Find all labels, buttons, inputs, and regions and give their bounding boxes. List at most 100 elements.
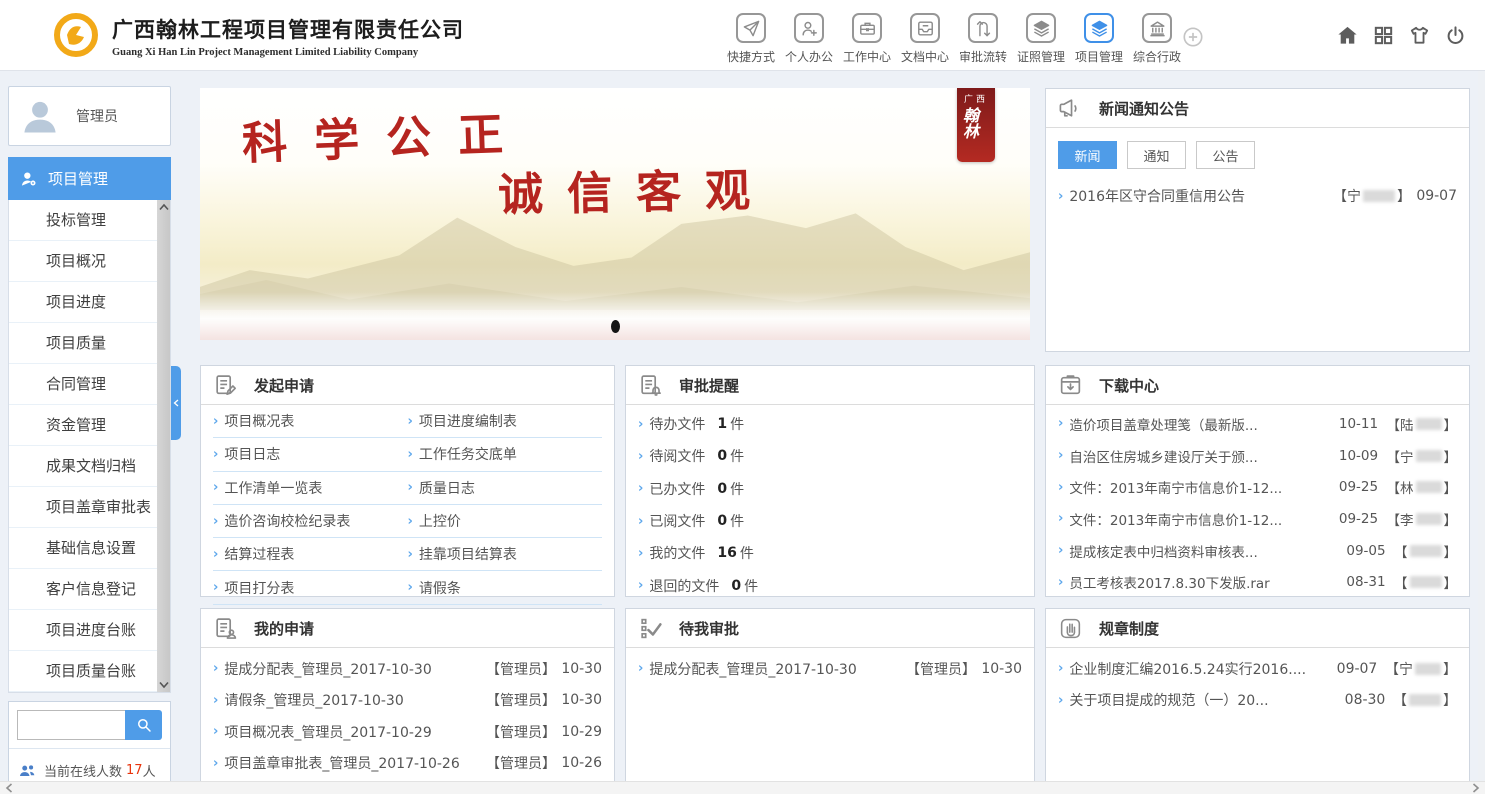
logout-button[interactable] — [1444, 24, 1467, 47]
scroll-right-icon[interactable] — [1472, 783, 1480, 793]
my-apply-item[interactable]: ›项目盖章审批表_管理员_2017-10-26【管理员】10-26 — [213, 748, 602, 780]
top-bar: 广西翰林工程项目管理有限责任公司 Guang Xi Han Lin Projec… — [0, 0, 1485, 71]
user-avatar-icon — [18, 94, 62, 138]
my-apply-item[interactable]: ›项目概况表_管理员_2017-10-29【管理员】10-29 — [213, 716, 602, 748]
download-item[interactable]: ›文件：2013年南宁市信息价1-12...09-25【林】 — [1058, 471, 1457, 503]
sidebar-item-archive[interactable]: 成果文档归档 — [9, 446, 157, 487]
nav-item-doc-center[interactable]: 文档中心 — [896, 13, 954, 65]
remind-item-done[interactable]: ›已办文件0件 — [638, 473, 1022, 505]
company-name-block: 广西翰林工程项目管理有限责任公司 Guang Xi Han Lin Projec… — [112, 14, 464, 58]
remind-item-mine[interactable]: ›我的文件16件 — [638, 537, 1022, 569]
online-label: 当前在线人数 — [44, 761, 122, 780]
shirt-icon — [1408, 24, 1431, 47]
banner-seal-main-text: 翰林 — [957, 107, 981, 139]
vertical-scrollbar[interactable] — [1478, 71, 1485, 781]
document-pen-icon — [213, 373, 238, 398]
sidebar-item-project-overview[interactable]: 项目概况 — [9, 241, 157, 282]
sidebar-item-progress-ledger[interactable]: 项目进度台账 — [9, 610, 157, 651]
apply-link[interactable]: ›上控价 — [408, 511, 603, 531]
chevron-down-icon[interactable] — [159, 681, 169, 689]
tab-notice[interactable]: 通知 — [1127, 141, 1186, 169]
rules-item[interactable]: ›关于项目提成的规范（一）20...08-30【】 — [1058, 685, 1457, 717]
theme-button[interactable] — [1408, 24, 1431, 47]
apply-panel: 发起申请 ›项目概况表 ›项目进度编制表 ›项目日志 ›工作任务交底单 ›工作清… — [200, 365, 615, 597]
sidebar-collapse-handle[interactable] — [171, 366, 181, 440]
tab-announcement[interactable]: 公告 — [1196, 141, 1255, 169]
avatar — [18, 94, 62, 138]
news-item-date: 09-07 — [1411, 188, 1457, 204]
remind-item-todo[interactable]: ›待办文件1件 — [638, 408, 1022, 440]
sidebar-item-customer-info[interactable]: 客户信息登记 — [9, 569, 157, 610]
apply-link[interactable]: ›项目日志 — [213, 444, 408, 464]
nav-label: 工作中心 — [843, 48, 891, 65]
apply-link[interactable]: ›挂靠项目结算表 — [408, 544, 603, 564]
checklist-check-icon — [638, 616, 663, 641]
sidebar-item-contract[interactable]: 合同管理 — [9, 364, 157, 405]
company-name-en: Guang Xi Han Lin Project Management Limi… — [112, 47, 464, 58]
paper-plane-icon — [742, 19, 761, 38]
sidebar-item-project-quality[interactable]: 项目质量 — [9, 323, 157, 364]
chevron-left-icon — [173, 399, 179, 407]
sidebar-item-bidding[interactable]: 投标管理 — [9, 200, 157, 241]
search-button[interactable] — [125, 710, 162, 740]
apply-link[interactable]: ›请假条 — [408, 578, 603, 598]
apply-link[interactable]: ›造价咨询校检纪录表 — [213, 511, 408, 531]
sidebar-module-header[interactable]: 项目管理 — [8, 157, 171, 200]
sidebar-item-quality-ledger[interactable]: 项目质量台账 — [9, 651, 157, 692]
plus-circle-icon — [1182, 26, 1204, 48]
apps-grid-button[interactable] — [1372, 24, 1395, 47]
nav-item-project-mgmt[interactable]: 项目管理 — [1070, 13, 1128, 65]
apply-link[interactable]: ›工作任务交底单 — [408, 444, 603, 464]
horizontal-scrollbar[interactable] — [0, 781, 1485, 794]
sidebar-item-basic-settings[interactable]: 基础信息设置 — [9, 528, 157, 569]
sidebar-item-seal-approval[interactable]: 项目盖章审批表 — [9, 487, 157, 528]
sidebar-scrollbar[interactable] — [157, 200, 170, 692]
search-input[interactable] — [17, 710, 125, 740]
news-item[interactable]: › 2016年区守合同重信用公告 【宁】 09-07 — [1058, 180, 1457, 212]
download-item[interactable]: ›提成核定表中归档资料审核表...09-05【】 — [1058, 535, 1457, 567]
sidebar-item-funds[interactable]: 资金管理 — [9, 405, 157, 446]
download-item[interactable]: ›自治区住房城乡建设厅关于颁...10-09【宁】 — [1058, 440, 1457, 472]
nav-item-shortcuts[interactable]: 快捷方式 — [722, 13, 780, 65]
user-card[interactable]: 管理员 — [8, 86, 171, 146]
sidebar-menu: 投标管理 项目概况 项目进度 项目质量 合同管理 资金管理 成果文档归档 项目盖… — [8, 200, 171, 693]
download-item[interactable]: ›文件：2013年南宁市信息价1-12...09-25【李】 — [1058, 503, 1457, 535]
nav-item-work-center[interactable]: 工作中心 — [838, 13, 896, 65]
megaphone-icon — [1058, 96, 1083, 121]
download-item[interactable]: ›员工考核表2017.8.30下发版.rar08-31【】 — [1058, 566, 1457, 598]
nav-item-approval-flow[interactable]: 审批流转 — [954, 13, 1012, 65]
apply-link[interactable]: ›工作清单一览表 — [213, 478, 408, 498]
home-button[interactable] — [1336, 24, 1359, 47]
redacted-name — [1416, 418, 1442, 430]
redacted-name — [1416, 513, 1442, 525]
remind-item-read[interactable]: ›已阅文件0件 — [638, 505, 1022, 537]
chevron-up-icon[interactable] — [159, 203, 169, 211]
sidebar-module-title: 项目管理 — [48, 168, 108, 189]
carousel-dot[interactable] — [611, 320, 620, 333]
apply-link[interactable]: ›项目进度编制表 — [408, 411, 603, 431]
add-shortcut-button[interactable] — [1182, 26, 1204, 48]
apply-link[interactable]: ›质量日志 — [408, 478, 603, 498]
remind-item-returned[interactable]: ›退回的文件0件 — [638, 569, 1022, 601]
banner-carousel[interactable]: 科学公正 诚信客观 广西 翰林 — [200, 88, 1030, 340]
sidebar: 管理员 项目管理 投标管理 项目概况 项目进度 项目质量 合同管理 资金管理 成… — [8, 86, 171, 793]
await-approve-panel-title: 待我审批 — [679, 618, 739, 639]
tab-news[interactable]: 新闻 — [1058, 141, 1117, 169]
apply-link[interactable]: ›项目概况表 — [213, 411, 408, 431]
await-approve-item[interactable]: ›提成分配表_管理员_2017-10-30【管理员】10-30 — [638, 653, 1022, 685]
apply-link[interactable]: ›结算过程表 — [213, 544, 408, 564]
nav-item-license-mgmt[interactable]: 证照管理 — [1012, 13, 1070, 65]
uturn-arrows-icon — [974, 19, 993, 38]
nav-item-admin[interactable]: 综合行政 — [1128, 13, 1186, 65]
remind-item-toread[interactable]: ›待阅文件0件 — [638, 440, 1022, 472]
sidebar-item-project-progress[interactable]: 项目进度 — [9, 282, 157, 323]
nav-item-personal-office[interactable]: 个人办公 — [780, 13, 838, 65]
rules-item[interactable]: ›企业制度汇编2016.5.24实行2016....09-07【宁】 — [1058, 653, 1457, 685]
my-apply-item[interactable]: ›提成分配表_管理员_2017-10-30【管理员】10-30 — [213, 653, 602, 685]
scroll-left-icon[interactable] — [5, 783, 13, 793]
download-item[interactable]: ›造价项目盖章处理笺（最新版...10-11【陆】 — [1058, 408, 1457, 440]
grid-icon — [1372, 24, 1395, 47]
my-apply-item[interactable]: ›请假条_管理员_2017-10-30【管理员】10-30 — [213, 685, 602, 717]
online-count: 17 — [126, 763, 143, 778]
apply-link[interactable]: ›项目打分表 — [213, 578, 408, 598]
